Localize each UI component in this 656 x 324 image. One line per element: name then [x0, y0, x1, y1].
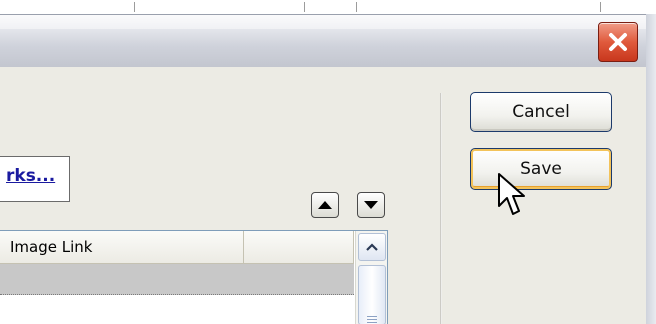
close-button[interactable] — [598, 22, 638, 62]
scroll-grip — [367, 319, 377, 320]
background-window-strip — [0, 0, 656, 15]
strip-separator — [600, 2, 601, 12]
bookmarks-link[interactable]: rks... — [6, 166, 55, 186]
window-border-right — [646, 14, 656, 324]
strip-separator — [134, 2, 135, 12]
scroll-grip — [367, 316, 377, 317]
scroll-grip — [367, 322, 377, 323]
column-header[interactable] — [244, 231, 354, 263]
dialog-window: Cancel Save rks... Image Link — [0, 0, 656, 324]
column-header-image-link[interactable]: Image Link — [0, 231, 244, 263]
title-bar[interactable] — [0, 14, 646, 67]
move-up-button[interactable] — [311, 192, 339, 218]
move-down-button[interactable] — [357, 192, 385, 218]
table-header: Image Link — [0, 231, 354, 264]
save-button[interactable]: Save — [470, 148, 612, 190]
strip-separator — [304, 2, 305, 12]
strip-separator — [356, 2, 357, 12]
table-row[interactable] — [0, 264, 354, 295]
scroll-up-button[interactable] — [358, 233, 386, 261]
button-panel-divider — [440, 93, 442, 324]
link-box: rks... — [0, 156, 70, 202]
triangle-up-icon — [318, 201, 332, 209]
mouse-pointer-icon — [498, 173, 525, 215]
triangle-down-icon — [364, 201, 378, 209]
title-bar-gloss — [0, 15, 646, 29]
scroll-thumb[interactable] — [358, 265, 386, 324]
close-icon — [609, 33, 627, 51]
links-table[interactable]: Image Link — [0, 230, 388, 324]
cancel-button[interactable]: Cancel — [470, 92, 612, 132]
vertical-scrollbar[interactable] — [355, 231, 387, 324]
chevron-up-icon — [366, 243, 378, 251]
